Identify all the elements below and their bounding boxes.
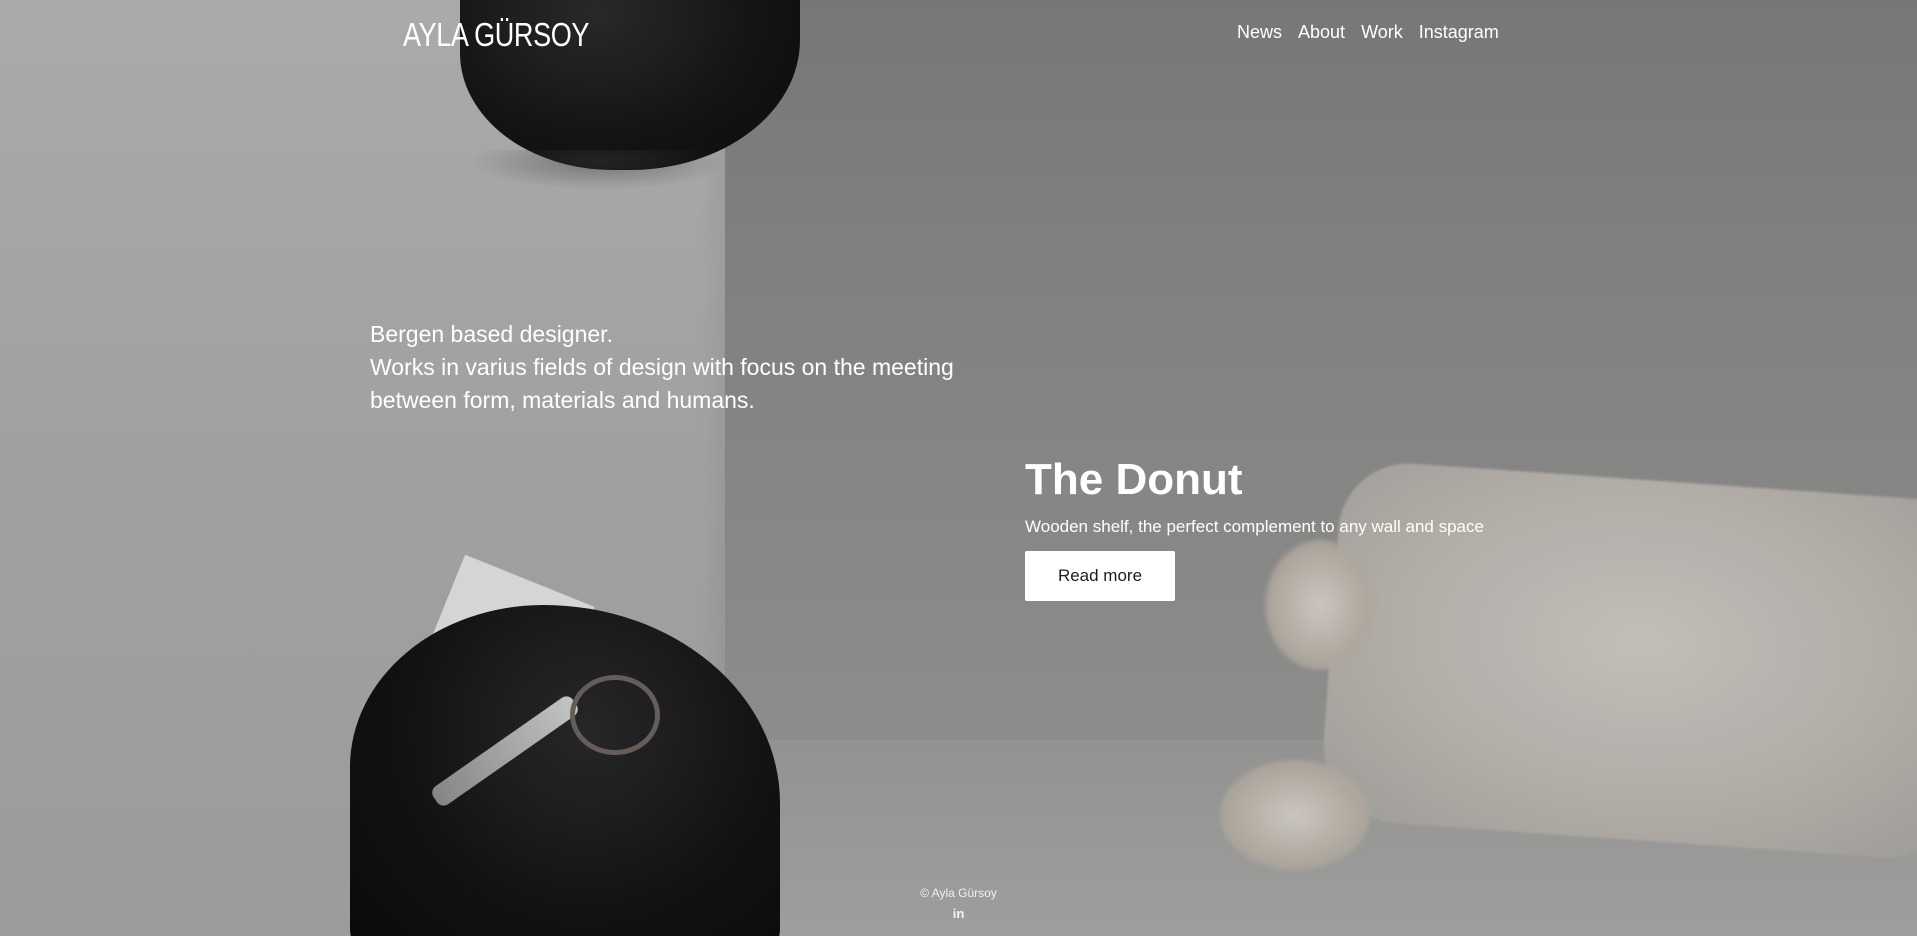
featured-project: The Donut Wooden shelf, the perfect comp… bbox=[1025, 455, 1484, 601]
footer: © Ayla Gürsoy in bbox=[0, 886, 1917, 921]
read-more-button[interactable]: Read more bbox=[1025, 551, 1175, 601]
intro-text: Bergen based designer. Works in varius f… bbox=[370, 318, 1030, 417]
page: AYLA GÜRSOY News About Work Instagram Be… bbox=[0, 0, 1917, 936]
intro-line: Bergen based designer. bbox=[370, 321, 613, 347]
main-nav: News About Work Instagram bbox=[1237, 22, 1499, 43]
background-keyring bbox=[570, 675, 660, 755]
copyright-text: © Ayla Gürsoy bbox=[920, 886, 997, 900]
background-key bbox=[429, 693, 581, 809]
intro-line: between form, materials and humans. bbox=[370, 387, 755, 413]
intro-line: Works in varius fields of design with fo… bbox=[370, 354, 954, 380]
background-shelf-shadow bbox=[470, 150, 730, 190]
linkedin-icon[interactable]: in bbox=[953, 906, 965, 921]
background-product-card bbox=[405, 554, 595, 756]
background-pillow-tassel bbox=[1220, 760, 1370, 870]
featured-title: The Donut bbox=[1025, 455, 1243, 504]
background-wall-shadow bbox=[700, 0, 760, 936]
nav-item-news[interactable]: News bbox=[1237, 22, 1282, 43]
nav-item-about[interactable]: About bbox=[1298, 22, 1345, 43]
background-pillow-tassel bbox=[1265, 540, 1375, 670]
nav-item-work[interactable]: Work bbox=[1361, 22, 1403, 43]
nav-item-instagram[interactable]: Instagram bbox=[1419, 22, 1499, 43]
site-logo[interactable]: AYLA GÜRSOY bbox=[403, 16, 589, 54]
featured-subtitle: Wooden shelf, the perfect complement to … bbox=[1025, 517, 1484, 536]
background-wall bbox=[0, 0, 725, 936]
background-overlay bbox=[0, 0, 1917, 936]
